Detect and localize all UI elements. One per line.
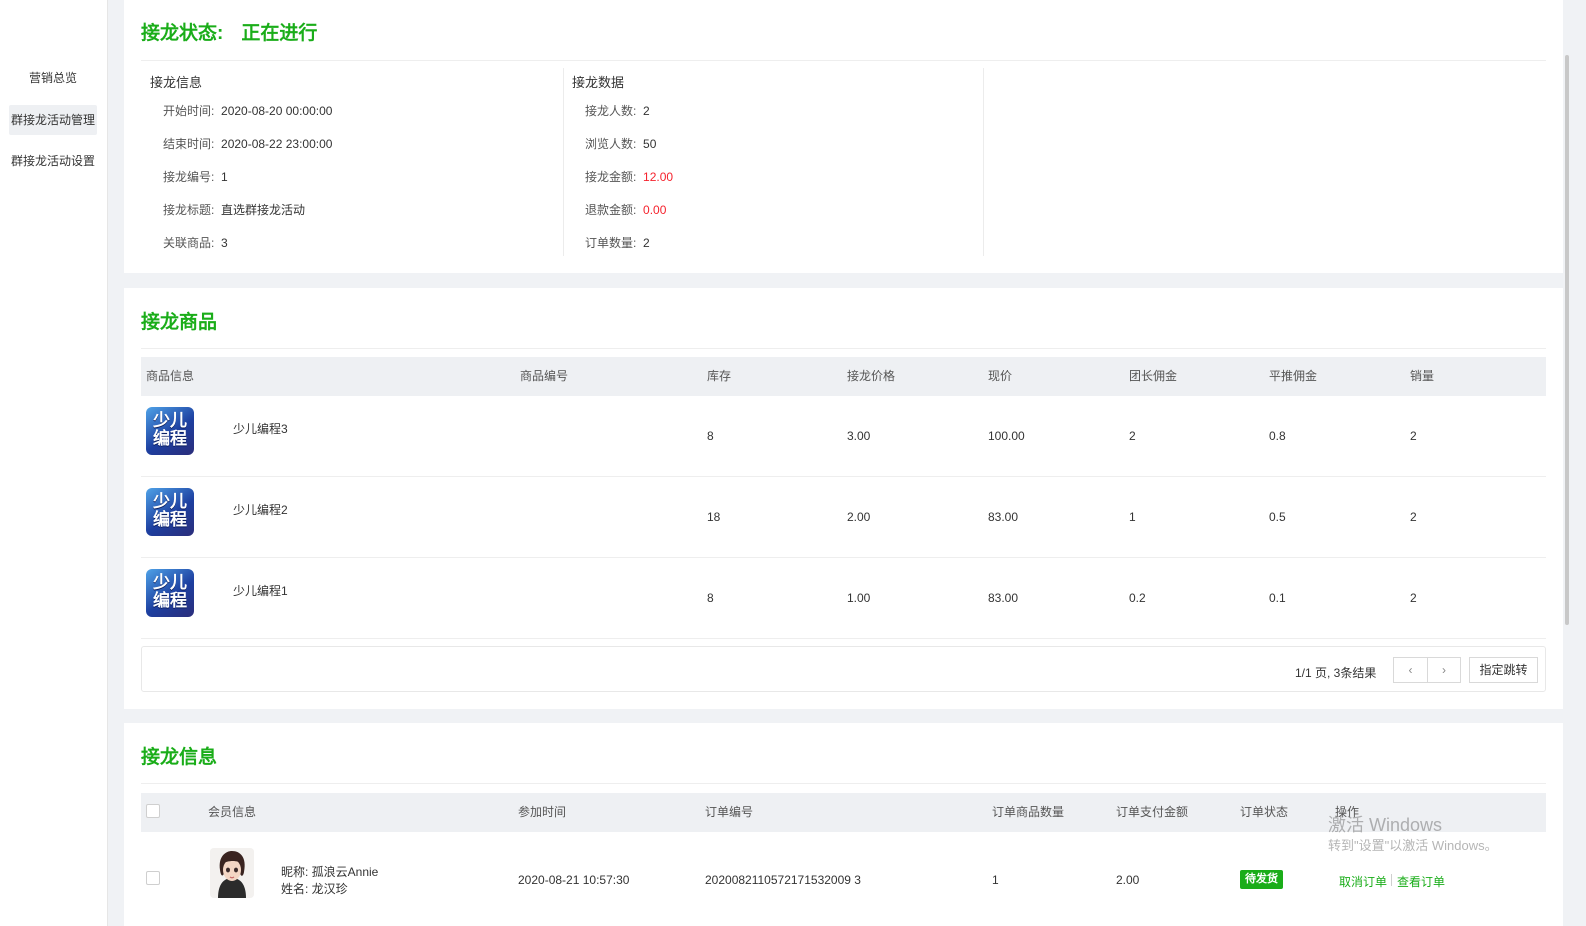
refund-amount: 退款金额: 0.00: [585, 203, 667, 217]
view-order-link[interactable]: 查看订单: [1397, 873, 1445, 890]
col-product-info: 商品信息: [146, 369, 195, 383]
product-solitaire-price: 1.00: [847, 591, 871, 605]
linked-products: 关联商品: 3: [163, 236, 228, 250]
col-stock: 库存: [707, 369, 732, 383]
product-leader-commission: 0.2: [1129, 591, 1146, 605]
solitaire-amount: 接龙金额: 12.00: [585, 170, 674, 184]
product-current-price: 100.00: [988, 429, 1025, 443]
cancel-order-link[interactable]: 取消订单: [1339, 873, 1387, 890]
sidebar-item-group-solitaire-management[interactable]: 群接龙活动管理: [9, 105, 97, 135]
product-solitaire-price: 2.00: [847, 510, 871, 524]
product-sales: 2: [1410, 429, 1417, 443]
order-quantity: 1: [992, 873, 999, 887]
product-stock: 8: [707, 591, 714, 605]
col-order-status: 订单状态: [1240, 805, 1289, 819]
join-time: 2020-08-21 10:57:30: [518, 873, 630, 887]
solitaire-number: 接龙编号: 1: [163, 170, 228, 184]
divider: [141, 348, 1546, 349]
order-number: 2020082110572171532009 3: [705, 873, 861, 887]
product-solitaire-price: 3.00: [847, 429, 871, 443]
sidebar-item-marketing-overview[interactable]: 营销总览: [9, 63, 97, 93]
product-sales: 2: [1410, 510, 1417, 524]
product-sales: 2: [1410, 591, 1417, 605]
col-sales: 销量: [1410, 369, 1435, 383]
product-leader-commission: 2: [1129, 429, 1136, 443]
product-push-commission: 0.5: [1269, 510, 1286, 524]
product-current-price: 83.00: [988, 591, 1019, 605]
product-thumbnail: 少儿 编程: [146, 407, 194, 455]
windows-activation-watermark: 激活 Windows: [1328, 815, 1443, 835]
prev-page-button[interactable]: ‹: [1393, 657, 1428, 683]
col-member-info: 会员信息: [208, 805, 257, 819]
member-nickname: 昵称: 孤浪云Annie: [281, 865, 379, 879]
product-push-commission: 0.8: [1269, 429, 1286, 443]
sidebar-item-group-solitaire-settings[interactable]: 群接龙活动设置: [9, 146, 97, 176]
chevron-left-icon: ‹: [1408, 663, 1413, 677]
windows-activation-hint: 转到"设置"以激活 Windows。: [1328, 838, 1498, 853]
divider: [141, 60, 1546, 61]
status-value: 正在进行: [241, 23, 318, 44]
member-realname: 姓名: 龙汉珍: [281, 882, 348, 896]
status-label: 接龙状态:: [141, 23, 224, 44]
table-row: 少儿 编程 少儿编程2 18 2.00 83.00 1 0.5 2: [141, 477, 1546, 558]
info-heading: 接龙信息: [150, 75, 203, 90]
col-solitaire-price: 接龙价格: [847, 369, 896, 383]
select-all-checkbox[interactable]: [146, 804, 160, 818]
col-product-code: 商品编号: [520, 369, 569, 383]
product-current-price: 83.00: [988, 510, 1019, 524]
products-title: 接龙商品: [141, 312, 218, 333]
product-leader-commission: 1: [1129, 510, 1136, 524]
order-amount: 2.00: [1116, 873, 1140, 887]
product-thumbnail: 少儿 编程: [146, 488, 194, 536]
avatar: [210, 848, 254, 898]
view-count: 浏览人数: 50: [585, 137, 657, 151]
col-current-price: 现价: [988, 369, 1013, 383]
row-checkbox[interactable]: [146, 871, 160, 885]
product-name[interactable]: 少儿编程3: [233, 420, 288, 437]
column-divider: [983, 68, 984, 256]
products-card: 接龙商品 商品信息 商品编号 库存 接龙价格 现价 团长佣金 平推佣金 销量 少…: [124, 288, 1563, 709]
product-thumbnail: 少儿 编程: [146, 569, 194, 617]
sidebar: 营销总览 群接龙活动管理 群接龙活动设置: [0, 0, 108, 926]
pagination-summary: 1/1 页, 3条结果: [1295, 666, 1377, 680]
start-time: 开始时间: 2020-08-20 00:00:00: [163, 104, 333, 118]
product-name[interactable]: 少儿编程1: [233, 582, 288, 599]
divider: [141, 783, 1546, 784]
chevron-right-icon: ›: [1442, 663, 1446, 677]
status-title: 接龙状态: 正在进行: [141, 18, 317, 45]
action-divider: [1391, 874, 1392, 886]
product-name[interactable]: 少儿编程2: [233, 501, 288, 518]
product-push-commission: 0.1: [1269, 591, 1286, 605]
status-card: 接龙状态: 正在进行 接龙信息 开始时间: 2020-08-20 00:00:00…: [124, 0, 1563, 273]
products-table-header: 商品信息 商品编号 库存 接龙价格 现价 团长佣金 平推佣金 销量: [141, 357, 1546, 396]
orders-title: 接龙信息: [141, 747, 218, 768]
col-join-time: 参加时间: [518, 805, 567, 819]
col-order-quantity: 订单商品数量: [992, 805, 1065, 819]
status-badge: 待发货: [1240, 870, 1283, 889]
jump-page-button[interactable]: 指定跳转: [1469, 657, 1538, 683]
product-stock: 8: [707, 429, 714, 443]
table-row: 少儿 编程 少儿编程3 8 3.00 100.00 2 0.8 2: [141, 396, 1546, 477]
info-column: 接龙信息 开始时间: 2020-08-20 00:00:00 结束时间: 202…: [141, 68, 563, 256]
table-row: 少儿 编程 少儿编程1 8 1.00 83.00 0.2 0.1 2: [141, 558, 1546, 639]
col-leader-commission: 团长佣金: [1129, 369, 1178, 383]
scrollbar[interactable]: [1565, 55, 1569, 625]
col-order-amount: 订单支付金额: [1116, 805, 1189, 819]
stats-column: 接龙数据 接龙人数: 2 浏览人数: 50 接龙金额: 12.00 退款金额: …: [563, 68, 983, 256]
order-count: 订单数量: 2: [585, 236, 650, 250]
stats-heading: 接龙数据: [572, 75, 625, 90]
col-push-commission: 平推佣金: [1269, 369, 1318, 383]
pagination-bar: 1/1 页, 3条结果 ‹ › 指定跳转: [141, 646, 1546, 692]
solitaire-title: 接龙标题: 直选群接龙活动: [163, 203, 306, 217]
end-time: 结束时间: 2020-08-22 23:00:00: [163, 137, 333, 151]
product-stock: 18: [707, 510, 721, 524]
participant-count: 接龙人数: 2: [585, 104, 650, 118]
col-order-number: 订单编号: [705, 805, 754, 819]
next-page-button[interactable]: ›: [1427, 657, 1461, 683]
